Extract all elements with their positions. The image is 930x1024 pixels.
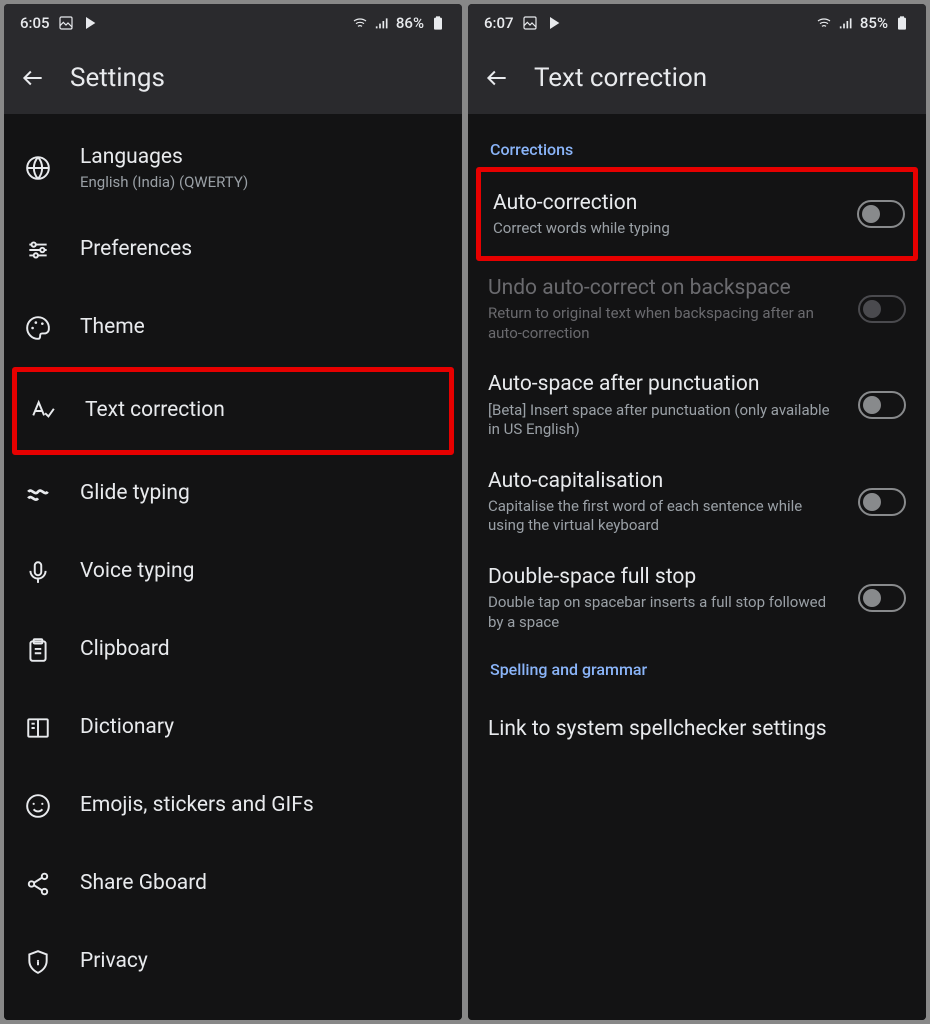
item-sub: Capitalise the first word of each senten… [488,497,834,536]
menu-item-title: Preferences [80,236,442,263]
item-auto-correction[interactable]: Auto-correction Correct words while typi… [481,172,913,256]
menu-item-sub: English (India) (QWERTY) [80,173,442,193]
menu-item-title: Dictionary [80,714,442,741]
menu-item-languages[interactable]: Languages English (India) (QWERTY) [4,126,462,211]
share-icon [25,871,51,897]
phone-left-settings: 6:05 86% Settings Languages English (Ind… [4,4,462,1020]
status-time: 6:07 [484,14,514,32]
toggle-double-space[interactable] [858,584,906,612]
image-icon [58,15,74,31]
toggle-auto-correction[interactable] [857,200,905,228]
emoji-icon [25,793,51,819]
status-bar: 6:07 85% [468,4,926,42]
section-spelling: Spelling and grammar [468,646,926,687]
play-icon [82,15,98,31]
menu-item-title: Text correction [85,397,441,424]
globe-icon [25,155,51,181]
book-icon [25,715,51,741]
clipboard-icon [25,637,51,663]
toggle-auto-space[interactable] [858,391,906,419]
menu-item-clipboard[interactable]: Clipboard [4,611,462,689]
status-time: 6:05 [20,14,50,32]
item-sub: Double tap on spacebar inserts a full st… [488,593,834,632]
settings-list: Languages English (India) (QWERTY) Prefe… [4,114,462,1020]
wifi-icon [352,15,368,31]
text-correction-list: Corrections Auto-correction Correct word… [468,114,926,1020]
back-arrow-icon[interactable] [20,65,46,91]
toggle-auto-cap[interactable] [858,488,906,516]
item-title: Link to system spellchecker settings [488,716,898,743]
item-title: Auto-correction [493,190,833,217]
menu-item-voice-typing[interactable]: Voice typing [4,533,462,611]
highlight-auto-correction: Auto-correction Correct words while typi… [476,167,918,261]
toggle-undo-auto-correct [858,295,906,323]
mic-icon [25,559,51,585]
menu-item-title: Emojis, stickers and GIFs [80,792,442,819]
item-double-space[interactable]: Double-space full stop Double tap on spa… [468,550,926,646]
menu-item-title: Languages [80,144,442,171]
menu-item-emojis[interactable]: Emojis, stickers and GIFs [4,767,462,845]
item-title: Auto-capitalisation [488,468,834,495]
menu-item-text-correction[interactable]: Text correction [17,372,449,450]
text-correction-icon [30,398,56,424]
section-corrections: Corrections [468,126,926,167]
sliders-icon [25,237,51,263]
menu-item-title: Privacy [80,948,442,975]
menu-item-title: Voice typing [80,558,442,585]
item-spellchecker-link[interactable]: Link to system spellchecker settings [468,687,926,771]
status-battery: 85% [860,14,888,32]
app-bar: Text correction [468,42,926,114]
item-auto-space[interactable]: Auto-space after punctuation [Beta] Inse… [468,357,926,453]
menu-item-privacy[interactable]: Privacy [4,923,462,1001]
status-bar: 6:05 86% [4,4,462,42]
item-title: Double-space full stop [488,564,834,591]
menu-item-title: Clipboard [80,636,442,663]
battery-icon [430,15,446,31]
highlight-text-correction: Text correction [12,367,454,455]
page-title: Settings [70,63,165,93]
back-arrow-icon[interactable] [484,65,510,91]
glide-icon [25,481,51,507]
battery-icon [894,15,910,31]
menu-item-theme[interactable]: Theme [4,289,462,367]
menu-item-title: Glide typing [80,480,442,507]
signal-icon [374,15,390,31]
shield-icon [25,949,51,975]
page-title: Text correction [534,63,707,93]
wifi-icon [816,15,832,31]
menu-item-title: Theme [80,314,442,341]
menu-item-share[interactable]: Share Gboard [4,845,462,923]
item-undo-auto-correct: Undo auto-correct on backspace Return to… [468,261,926,357]
item-title: Auto-space after punctuation [488,371,834,398]
palette-icon [25,315,51,341]
item-auto-cap[interactable]: Auto-capitalisation Capitalise the first… [468,454,926,550]
menu-item-dictionary[interactable]: Dictionary [4,689,462,767]
image-icon [522,15,538,31]
item-sub: Return to original text when backspacing… [488,304,834,343]
menu-item-preferences[interactable]: Preferences [4,211,462,289]
item-sub: Correct words while typing [493,219,833,239]
play-icon [546,15,562,31]
menu-item-title: Share Gboard [80,870,442,897]
item-title: Undo auto-correct on backspace [488,275,834,302]
phone-right-text-correction: 6:07 85% Text correction Corrections Aut… [468,4,926,1020]
app-bar: Settings [4,42,462,114]
signal-icon [838,15,854,31]
menu-item-glide-typing[interactable]: Glide typing [4,455,462,533]
item-sub: [Beta] Insert space after punctuation (o… [488,401,834,440]
status-battery: 86% [396,14,424,32]
